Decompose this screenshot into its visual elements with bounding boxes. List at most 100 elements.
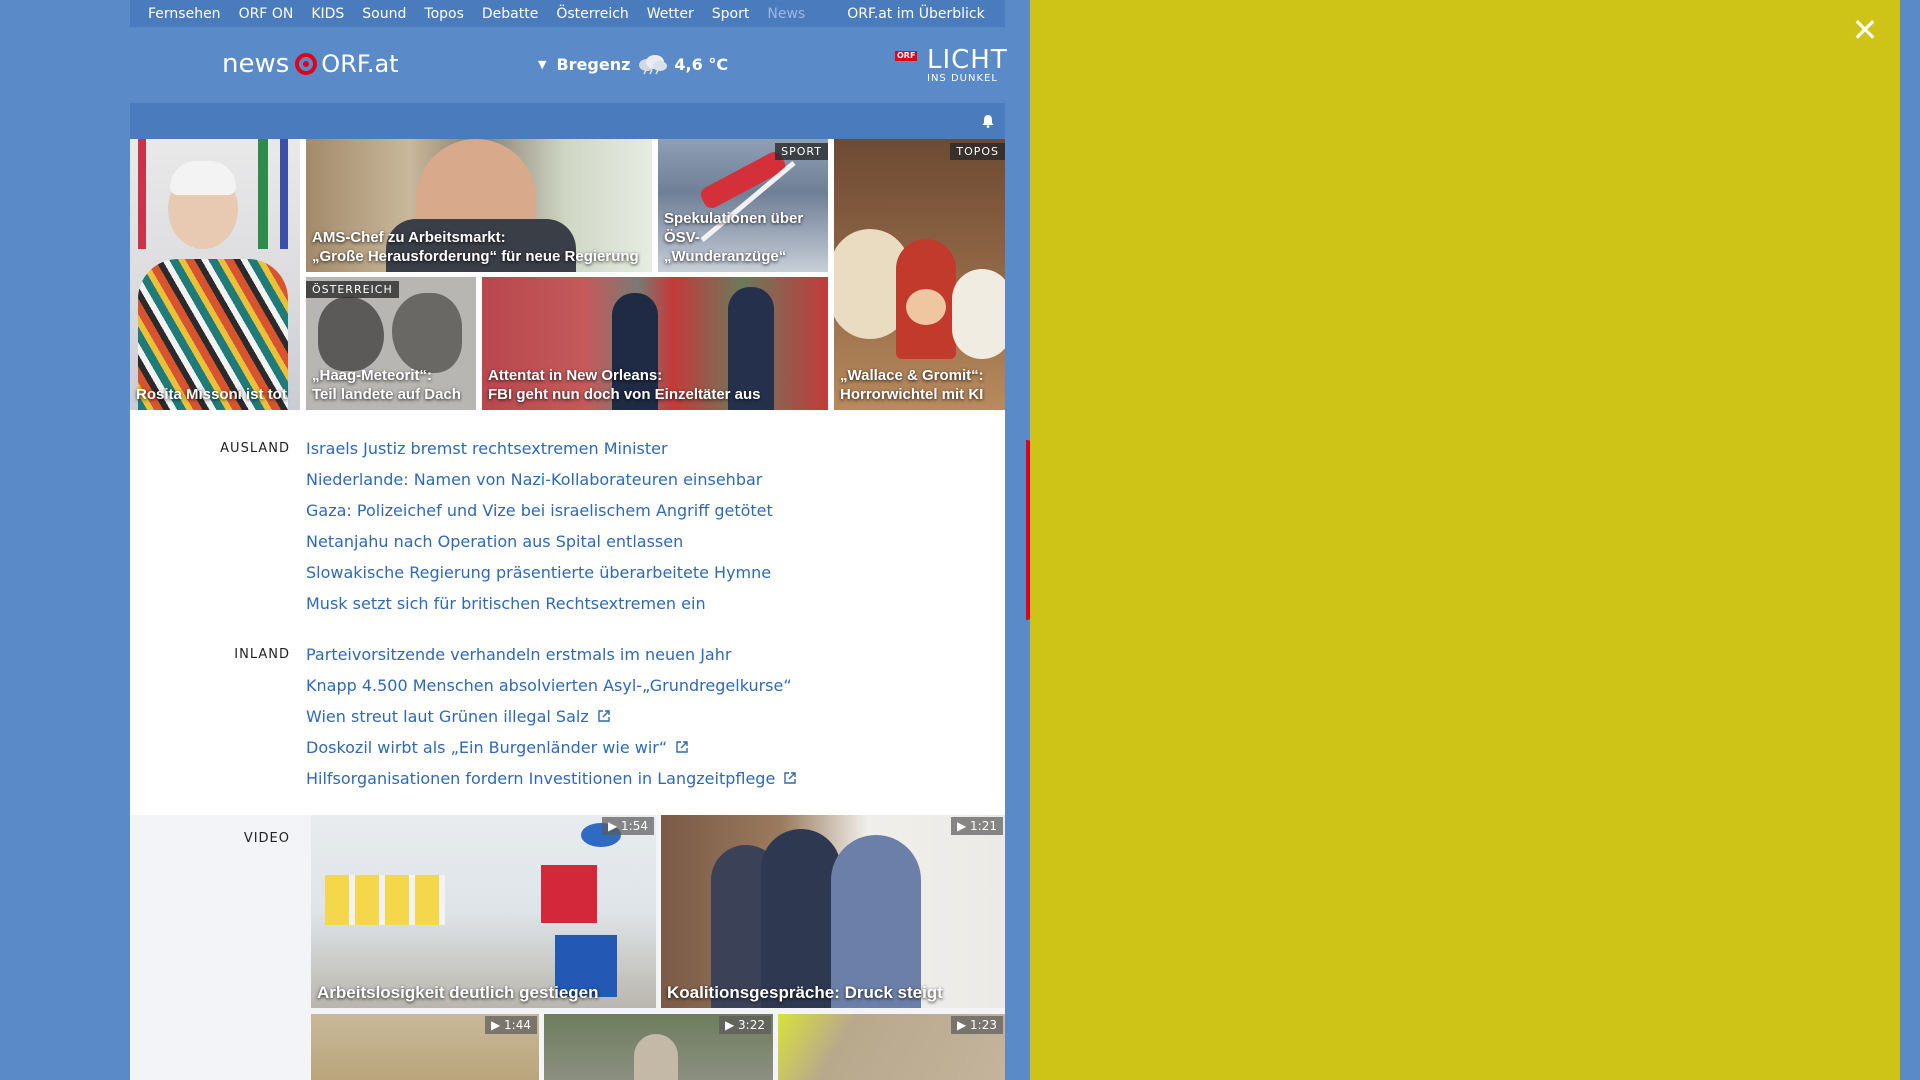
ausland-link[interactable]: Gaza: Polizeichef und Vize bei israelisc… — [306, 495, 773, 526]
ausland-link[interactable]: Niederlande: Namen von Nazi-Kollaborateu… — [306, 464, 773, 495]
teaser-image-stripe — [258, 139, 268, 249]
video-duration: ▶ 1:54 — [602, 817, 654, 835]
video-image-person — [761, 829, 841, 1008]
teaser-category-tag: SPORT — [775, 143, 828, 160]
video-duration-text: 1:21 — [970, 819, 997, 833]
teaser-caption-line2: ÖSV-„Wunderanzüge“ — [664, 229, 787, 265]
video-section: VIDEO ▶ 1:54 Arbeitslosigkeit deutlich g… — [130, 815, 1005, 1080]
weather-temperature: 4,6 °C — [674, 54, 729, 74]
nav-item-kids[interactable]: KIDS — [302, 6, 353, 22]
video-duration-text: 1:54 — [621, 819, 648, 833]
bell-icon[interactable] — [981, 114, 995, 128]
section-label-video: VIDEO — [243, 831, 290, 846]
licht-subtitle: INS DUNKEL — [927, 73, 998, 84]
logo-orf-text: ORF.at — [321, 50, 399, 78]
inland-link[interactable]: Hilfsorganisationen fordern Investitione… — [306, 763, 797, 794]
nav-item-sport[interactable]: Sport — [703, 6, 759, 22]
inland-link-text: Doskozil wirbt als „Ein Burgenländer wie… — [306, 738, 668, 757]
overlay-panel — [1030, 0, 1900, 1080]
inland-link-list: Parteivorsitzende verhandeln erstmals im… — [306, 639, 797, 794]
inland-link[interactable]: Parteivorsitzende verhandeln erstmals im… — [306, 639, 797, 670]
teaser-ams-chef[interactable]: AMS-Chef zu Arbeitsmarkt: „Große Herausf… — [306, 139, 652, 272]
ausland-link[interactable]: Israels Justiz bremst rechtsextremen Min… — [306, 433, 773, 464]
teaser-new-orleans[interactable]: Attentat in New Orleans: FBI geht nun do… — [482, 277, 828, 410]
video-arbeitslosigkeit[interactable]: ▶ 1:54 Arbeitslosigkeit deutlich gestieg… — [311, 815, 656, 1008]
teaser-caption-line1: „Haag-Meteorit“: — [312, 367, 433, 384]
ausland-link[interactable]: Musk setzt sich für britischen Rechtsext… — [306, 588, 773, 619]
teaser-caption-line2: FBI geht nun doch von Einzeltäter aus — [488, 386, 761, 403]
nav-item-orf-on[interactable]: ORF ON — [230, 6, 303, 22]
external-link-icon — [676, 741, 688, 753]
video-caption: Koalitionsgespräche: Druck steigt — [667, 983, 943, 1002]
nav-item-oesterreich[interactable]: Österreich — [547, 6, 637, 22]
weather-widget[interactable]: ▼ Bregenz 4,6 °C — [538, 53, 728, 75]
teaser-caption: Attentat in New Orleans: FBI geht nun do… — [488, 366, 822, 404]
top-nav: Fernsehen ORF ON KIDS Sound Topos Debatt… — [130, 0, 1005, 27]
video-duration: ▶ 3:22 — [719, 1016, 771, 1034]
chevron-down-icon[interactable]: ▼ — [538, 58, 546, 71]
teaser-caption-line1: AMS-Chef zu Arbeitsmarkt: — [312, 229, 506, 246]
video-duration: ▶ 1:21 — [951, 817, 1003, 835]
close-icon[interactable]: ✕ — [1850, 12, 1880, 48]
inland-link[interactable]: Doskozil wirbt als „Ein Burgenländer wie… — [306, 732, 797, 763]
teaser-caption: „Haag-Meteorit“: Teil landete auf Dach — [312, 366, 470, 404]
weather-location: Bregenz — [556, 54, 631, 74]
teaser-wallace-gromit[interactable]: TOPOS „Wallace & Gromit“: Horrorwichtel … — [834, 139, 1005, 410]
teaser-oesv-anzuege[interactable]: SPORT Spekulationen über ÖSV-„Wunderanzü… — [658, 139, 828, 272]
nav-overview-link[interactable]: ORF.at im Überblick — [838, 6, 993, 22]
news-orf-logo[interactable]: news ORF.at — [222, 49, 399, 79]
teaser-image-stripe — [280, 139, 288, 249]
teaser-caption-line2: Horrorwichtel mit KI — [840, 386, 984, 403]
teaser-rosita-missoni[interactable]: Rosita Missoni ist tot — [130, 139, 300, 410]
teaser-image-rock — [318, 297, 384, 371]
video-duration-text: 3:22 — [738, 1018, 765, 1032]
video-image-person — [634, 1034, 678, 1080]
teaser-caption: „Wallace & Gromit“: Horrorwichtel mit KI — [840, 366, 999, 404]
nav-item-wetter[interactable]: Wetter — [638, 6, 703, 22]
inland-link-text: Hilfsorganisationen fordern Investitione… — [306, 769, 776, 788]
video-duration: ▶ 1:23 — [951, 1016, 1003, 1034]
video-duration-text: 1:23 — [970, 1018, 997, 1032]
teaser-haag-meteorit[interactable]: ÖSTERREICH „Haag-Meteorit“: Teil landete… — [306, 277, 476, 410]
video-duration-text: 1:44 — [504, 1018, 531, 1032]
header-toolbar — [130, 103, 1005, 139]
cloud-rain-icon — [639, 55, 668, 75]
licht-orf-badge: ORF — [895, 51, 918, 61]
teaser-image-gnome-face — [906, 289, 946, 325]
nav-item-topos[interactable]: Topos — [415, 6, 472, 22]
nav-item-news[interactable]: News — [758, 6, 814, 22]
teaser-caption-line1: Spekulationen über — [664, 210, 804, 227]
nav-item-fernsehen[interactable]: Fernsehen — [130, 6, 230, 22]
teaser-caption-line2: Teil landete auf Dach — [312, 386, 461, 403]
section-label-ausland: AUSLAND — [220, 441, 290, 456]
nav-item-debatte[interactable]: Debatte — [473, 6, 547, 22]
orf-eye-icon — [295, 53, 318, 75]
external-link-icon — [784, 772, 796, 784]
teaser-category-tag: ÖSTERREICH — [306, 281, 399, 298]
video-thumb-3[interactable]: ▶ 1:44 — [311, 1014, 539, 1080]
ausland-link[interactable]: Slowakische Regierung präsentierte übera… — [306, 557, 773, 588]
teaser-image-dog — [952, 269, 1005, 359]
nav-item-sound[interactable]: Sound — [353, 6, 415, 22]
teaser-category-tag: TOPOS — [950, 143, 1005, 160]
video-koalitionsgespraeche[interactable]: ▶ 1:21 Koalitionsgespräche: Druck steigt — [661, 815, 1005, 1008]
main-content: Rosita Missoni ist tot AMS-Chef zu Arbei… — [130, 139, 1005, 1080]
ausland-link-list: Israels Justiz bremst rechtsextremen Min… — [306, 433, 773, 619]
licht-ins-dunkel-logo[interactable]: ORF LICHT INS DUNKEL — [895, 45, 1007, 89]
video-thumb-4[interactable]: ▶ 3:22 — [544, 1014, 773, 1080]
teaser-image-rock — [392, 293, 462, 373]
teaser-image — [138, 139, 146, 249]
licht-title: LICHT — [927, 45, 1008, 75]
video-thumb-5[interactable]: ▶ 1:23 — [778, 1014, 1005, 1080]
teaser-image-hair — [170, 161, 236, 195]
section-label-inland: INLAND — [234, 647, 290, 662]
teaser-caption-line1: Attentat in New Orleans: — [488, 367, 663, 384]
teaser-caption: Rosita Missoni ist tot — [136, 386, 287, 403]
inland-link[interactable]: Knapp 4.500 Menschen absolvierten Asyl-„… — [306, 670, 797, 701]
ausland-link[interactable]: Netanjahu nach Operation aus Spital entl… — [306, 526, 773, 557]
video-image-posters — [325, 875, 445, 925]
video-caption: Arbeitslosigkeit deutlich gestiegen — [317, 983, 599, 1002]
site-header: news ORF.at ▼ Bregenz 4,6 °C ORF LICHT I… — [130, 27, 1007, 103]
inland-link[interactable]: Wien streut laut Grünen illegal Salz — [306, 701, 797, 732]
teaser-caption-line2: „Große Herausforderung“ für neue Regieru… — [312, 248, 639, 265]
